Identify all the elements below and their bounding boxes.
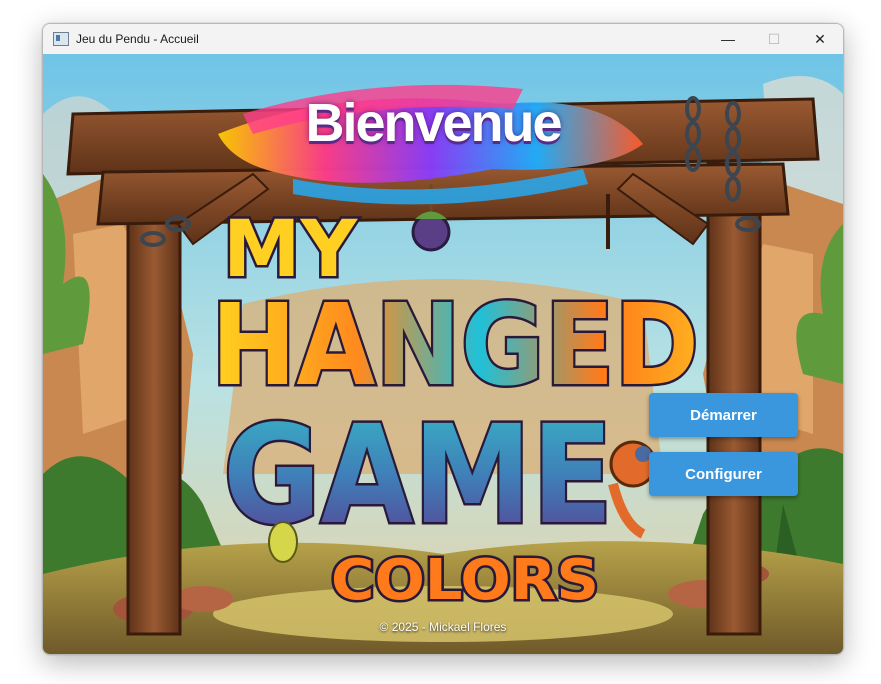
minimize-icon[interactable]: — [705, 24, 751, 54]
home-screen: MY HANGED GAME COLORS Bienvenue Démarrer… [43, 54, 843, 654]
close-icon[interactable]: ✕ [797, 24, 843, 54]
app-icon [53, 32, 69, 46]
logo-line-colors: COLORS [331, 548, 599, 613]
title-bar[interactable]: Jeu du Pendu - Accueil — ☐ ✕ [43, 24, 843, 54]
app-window: Jeu du Pendu - Accueil — ☐ ✕ MY HANGED G… [42, 23, 844, 655]
start-button[interactable]: Démarrer [649, 393, 798, 437]
copyright-text: © 2025 - Mickael Flores [379, 620, 507, 634]
configure-button[interactable]: Configurer [649, 452, 798, 496]
window-title: Jeu du Pendu - Accueil [76, 32, 199, 46]
maximize-icon[interactable]: ☐ [751, 24, 797, 54]
logo-line-hanged: HANGED [211, 281, 699, 411]
welcome-title: Bienvenue [305, 93, 562, 153]
caption-buttons: — ☐ ✕ [705, 24, 843, 54]
